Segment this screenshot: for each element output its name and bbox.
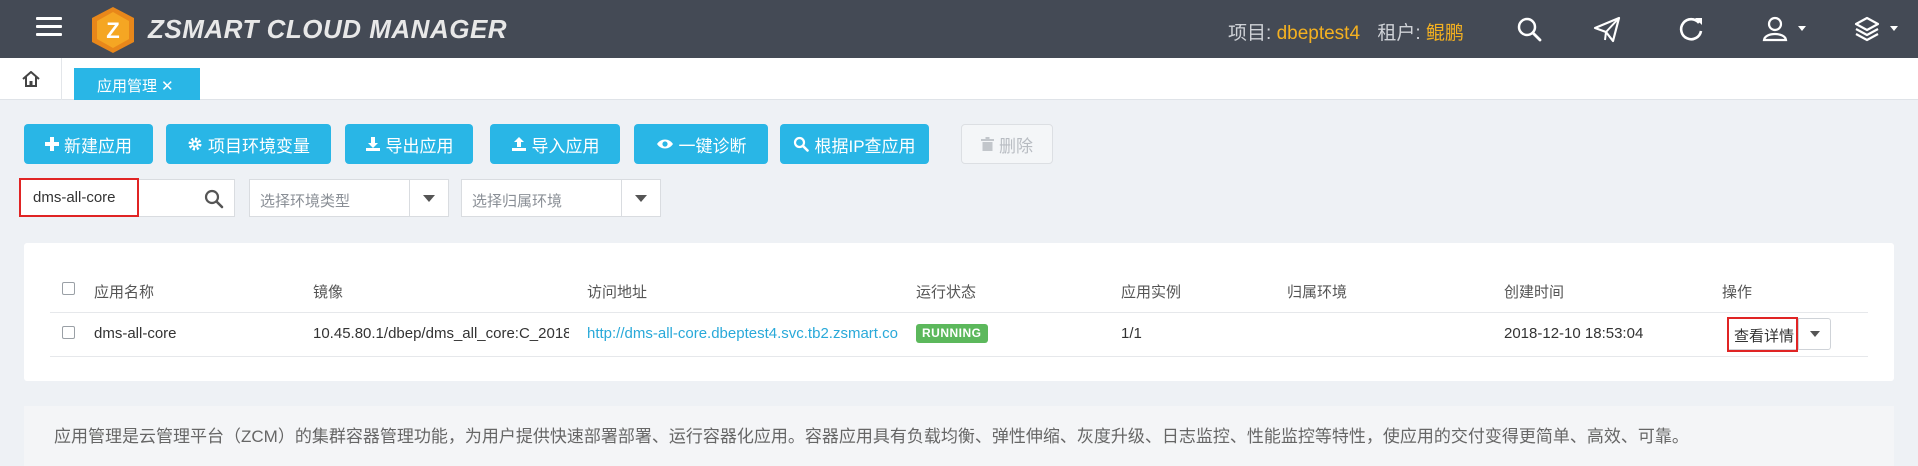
project-label: 项目: <box>1228 23 1277 44</box>
details-annotation-box <box>1727 317 1798 352</box>
menu-icon[interactable] <box>36 17 62 39</box>
project-value[interactable]: dbeptest4 <box>1277 23 1360 44</box>
header-image: 镜像 <box>313 284 344 301</box>
search-icon[interactable] <box>1514 14 1544 44</box>
info-text: 应用管理是云管理平台（ZCM）的集群容器管理功能，为用户提供快速部署部署、运行容… <box>54 427 1689 446</box>
search-box <box>19 178 235 217</box>
header-name: 应用名称 <box>94 284 155 301</box>
find-by-ip-label: 根据IP查应用 <box>814 136 916 156</box>
brand-title: ZSMART CLOUD MANAGER <box>148 14 508 44</box>
delete-button[interactable]: 删除 <box>961 124 1053 164</box>
upload-icon <box>511 136 527 152</box>
project-tenant-info: 项目: dbeptest4 租户: 鲲鹏 <box>1228 18 1464 45</box>
tab-home[interactable] <box>0 58 62 100</box>
env-vars-button[interactable]: 项目环境变量 <box>166 124 331 164</box>
tab-app-management[interactable]: 应用管理 ✕ <box>74 68 200 100</box>
chevron-down-icon <box>1810 331 1820 337</box>
trash-icon <box>981 137 994 151</box>
env-type-placeholder: 选择环境类型 <box>260 193 351 210</box>
tab-label: 应用管理 <box>97 78 158 95</box>
home-icon <box>22 71 40 87</box>
top-navbar: Z ZSMART CLOUD MANAGER 项目: dbeptest4 租户:… <box>0 0 1918 58</box>
export-app-button[interactable]: 导出应用 <box>345 124 473 164</box>
header-address: 访问地址 <box>587 284 648 301</box>
new-app-label: 新建应用 <box>64 136 132 156</box>
header-status: 运行状态 <box>916 284 977 301</box>
user-caret-icon[interactable] <box>1798 26 1806 31</box>
header-divider <box>50 312 1868 313</box>
search-icon[interactable] <box>204 189 224 209</box>
logo-letter: Z <box>106 18 119 43</box>
delete-label: 删除 <box>999 136 1033 156</box>
row-divider <box>50 356 1868 357</box>
status-badge: RUNNING <box>916 324 988 343</box>
download-icon <box>365 136 381 152</box>
refresh-icon[interactable] <box>1676 14 1706 44</box>
tenant-label: 租户: <box>1377 23 1426 44</box>
user-icon[interactable] <box>1760 14 1790 44</box>
env-type-select[interactable]: 选择环境类型 <box>249 179 449 217</box>
export-app-label: 导出应用 <box>385 136 454 156</box>
cell-name: dms-all-core <box>94 325 177 342</box>
header-env: 归属环境 <box>1287 284 1348 301</box>
header-instances: 应用实例 <box>1121 284 1182 301</box>
search-icon <box>793 136 810 152</box>
layers-caret-icon[interactable] <box>1890 26 1898 31</box>
row-actions: 查看详情 <box>1727 317 1831 352</box>
cell-address-link[interactable]: http://dms-all-core.dbeptest4.svc.tb2.zs… <box>587 325 899 342</box>
cell-instances: 1/1 <box>1121 325 1142 342</box>
env-vars-label: 项目环境变量 <box>208 136 310 156</box>
find-by-ip-button[interactable]: 根据IP查应用 <box>780 124 929 164</box>
diagnose-button[interactable]: 一键诊断 <box>634 124 768 164</box>
search-input[interactable] <box>33 189 193 206</box>
gear-icon <box>187 136 203 152</box>
chevron-down-icon <box>635 195 647 202</box>
header-created: 创建时间 <box>1504 284 1565 301</box>
cell-image: 10.45.80.1/dbep/dms_all_core:C_2018 <box>313 325 569 342</box>
eye-icon <box>656 138 674 150</box>
chevron-down-icon <box>423 195 435 202</box>
new-app-button[interactable]: 新建应用 <box>24 124 153 164</box>
env-placeholder: 选择归属环境 <box>472 193 563 210</box>
diagnose-label: 一键诊断 <box>678 136 747 156</box>
header-ops: 操作 <box>1722 284 1753 301</box>
close-icon[interactable]: ✕ <box>161 78 174 95</box>
import-app-label: 导入应用 <box>531 136 600 156</box>
send-icon[interactable] <box>1592 14 1622 44</box>
info-panel: 应用管理是云管理平台（ZCM）的集群容器管理功能，为用户提供快速部署部署、运行容… <box>24 406 1894 466</box>
select-all-checkbox[interactable] <box>62 282 75 295</box>
tenant-value[interactable]: 鲲鹏 <box>1426 23 1464 44</box>
cell-created: 2018-12-10 18:53:04 <box>1504 325 1644 342</box>
logo: Z <box>92 7 134 53</box>
row-checkbox[interactable] <box>62 326 75 339</box>
env-select[interactable]: 选择归属环境 <box>461 179 661 217</box>
layers-icon[interactable] <box>1852 14 1882 44</box>
plus-icon <box>45 137 59 151</box>
tab-bar: 应用管理 ✕ <box>0 58 1918 100</box>
actions-dropdown-button[interactable] <box>1798 319 1830 349</box>
import-app-button[interactable]: 导入应用 <box>490 124 620 164</box>
